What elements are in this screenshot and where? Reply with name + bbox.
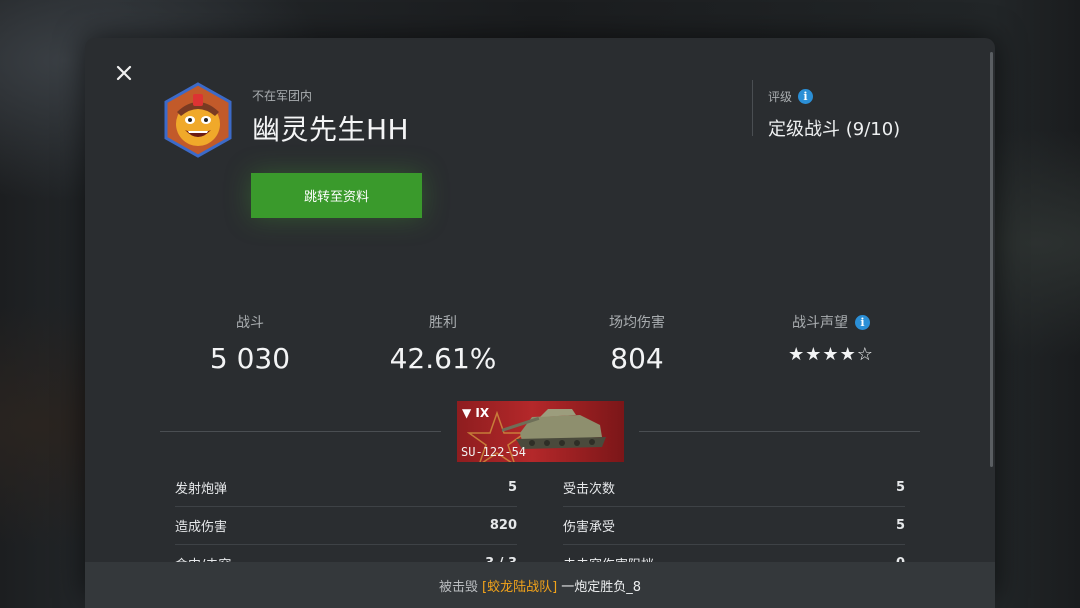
- divider-right: [639, 431, 920, 432]
- row-label: 造成伤害: [175, 519, 228, 535]
- row-value: 5: [895, 479, 905, 495]
- close-icon[interactable]: [113, 62, 135, 84]
- stat-row: 发射炮弹 5: [175, 468, 517, 507]
- stat-value: 42.61%: [389, 342, 497, 375]
- row-label: 伤害承受: [563, 519, 616, 535]
- player-name: 幽灵先生HH: [252, 113, 410, 146]
- clan-status: 不在军团内: [252, 89, 313, 103]
- row-label: 发射炮弹: [175, 481, 228, 497]
- stat-avg-damage: 场均伤害 804: [537, 312, 737, 375]
- stat-victories: 胜利 42.61%: [343, 312, 543, 375]
- vehicle-tier: ▼ IX: [462, 406, 490, 420]
- killer-clan-tag: [蛟龙陆战队]: [482, 579, 558, 595]
- stat-row: 伤害承受 5: [563, 506, 905, 545]
- divider-left: [160, 431, 441, 432]
- killer-name: 一炮定胜负_8: [561, 579, 641, 595]
- info-icon[interactable]: i: [798, 89, 814, 104]
- info-icon[interactable]: i: [855, 314, 870, 330]
- stat-row: 受击次数 5: [563, 468, 905, 507]
- avatar-emblem: [163, 82, 233, 158]
- footer-prefix: 被击毁: [439, 579, 479, 595]
- row-value: 5: [895, 517, 905, 533]
- stat-label: 战斗声望: [792, 315, 848, 331]
- stat-value: 804: [610, 342, 664, 375]
- player-card-dialog: 不在军团内 幽灵先生HH 跳转至资料 评级 i 定级战斗 (9/10) 战斗 5 …: [85, 38, 995, 598]
- stat-reputation: 战斗声望 i ★★★★☆: [731, 312, 931, 365]
- row-value: 820: [489, 517, 517, 533]
- row-label: 受击次数: [563, 481, 616, 497]
- scrollbar[interactable]: [990, 52, 993, 467]
- destroyed-by-footer: 被击毁 [蛟龙陆战队] 一炮定胜负_8: [85, 562, 995, 608]
- stat-label: 场均伤害: [609, 315, 665, 331]
- stat-battles: 战斗 5 030: [150, 312, 350, 375]
- row-value: 5: [507, 479, 517, 495]
- reputation-stars: ★★★★☆: [788, 344, 874, 365]
- rating-label: 评级: [768, 90, 793, 104]
- stat-label: 胜利: [429, 315, 457, 331]
- rating-block: 评级 i 定级战斗 (9/10): [752, 80, 900, 140]
- tank-image: [502, 409, 606, 449]
- vehicle-name: SU-122-54: [461, 445, 527, 459]
- rating-value: 定级战斗 (9/10): [768, 119, 901, 140]
- stat-value: 5 030: [209, 342, 291, 375]
- go-to-profile-button[interactable]: 跳转至资料: [251, 173, 422, 218]
- vehicle-banner[interactable]: ▼ IX SU-122-54: [457, 401, 624, 462]
- stat-row: 造成伤害 820: [175, 506, 517, 545]
- stat-label: 战斗: [236, 315, 264, 331]
